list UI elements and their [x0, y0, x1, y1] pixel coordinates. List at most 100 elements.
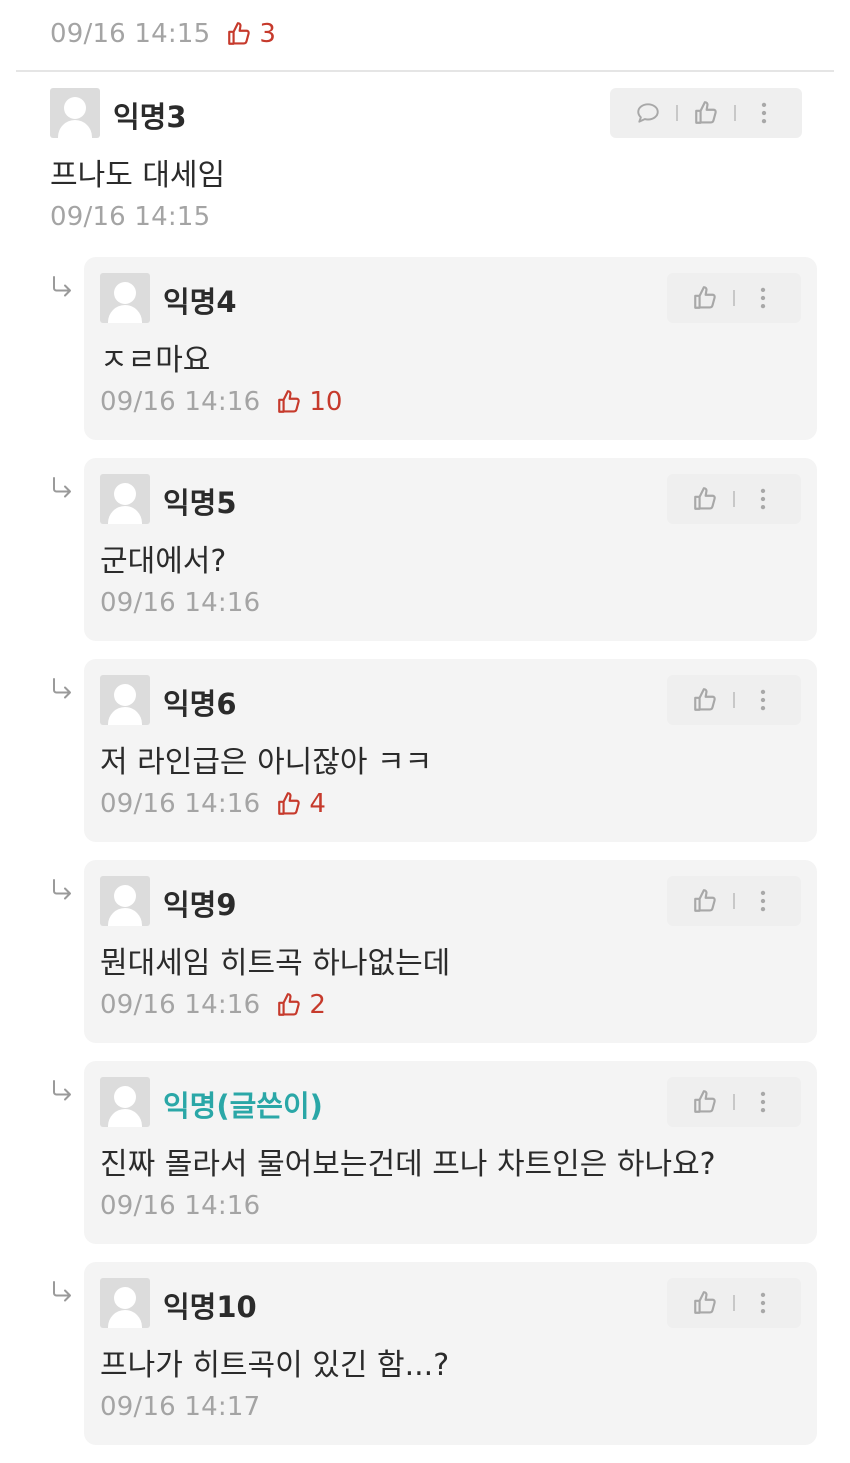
- like-button[interactable]: [682, 88, 730, 138]
- like-count: 2: [276, 990, 326, 1020]
- thumbs-up-icon: [692, 1290, 718, 1316]
- avatar: [100, 876, 150, 926]
- comment-divider: [16, 70, 834, 72]
- reply-text: 프나가 히트곡이 있긴 함...?: [100, 1348, 450, 1383]
- comment-actions: [610, 88, 802, 138]
- reply-arrow-icon: [50, 1079, 74, 1103]
- thumbs-up-icon: [692, 1089, 718, 1115]
- reply-time: 09/16 14:16: [100, 387, 261, 417]
- reply-meta: 09/16 14:16: [100, 1191, 260, 1221]
- reply-arrow-icon: [50, 878, 74, 902]
- like-count-value: 4: [309, 789, 326, 819]
- more-button[interactable]: [739, 876, 787, 926]
- more-button[interactable]: [739, 1278, 787, 1328]
- reply-item: 익명10 프나가 히트곡이 있긴 함...? 09/16 14:17: [84, 1262, 817, 1445]
- thumbs-up-icon: [276, 992, 302, 1018]
- like-count: 4: [276, 789, 326, 819]
- like-count: 3: [226, 19, 276, 49]
- reply-time: 09/16 14:16: [100, 588, 261, 618]
- reply-nickname: 익명4: [163, 285, 237, 319]
- more-button[interactable]: [739, 1077, 787, 1127]
- avatar: [50, 88, 100, 138]
- like-count-value: 3: [259, 19, 276, 49]
- reply-time: 09/16 14:16: [100, 1191, 261, 1221]
- reply-item: 익명4 ㅈㄹ마요 09/16 14:16 10: [84, 257, 817, 440]
- action-separator: [733, 692, 735, 708]
- reply-text: 군대에서?: [100, 544, 227, 579]
- reply-time: 09/16 14:16: [100, 789, 261, 819]
- thumbs-up-icon: [692, 486, 718, 512]
- thumbs-up-icon: [692, 888, 718, 914]
- thumbs-up-icon: [276, 389, 302, 415]
- vertical-dots-icon: [750, 1089, 776, 1115]
- avatar: [100, 1278, 150, 1328]
- reply-nickname: 익명10: [163, 1290, 257, 1324]
- like-count-value: 2: [309, 990, 326, 1020]
- reply-item: 익명5 군대에서? 09/16 14:16: [84, 458, 817, 641]
- action-separator: [733, 1094, 735, 1110]
- comment-nickname: 익명3: [113, 100, 187, 134]
- thumbs-up-icon: [692, 687, 718, 713]
- vertical-dots-icon: [751, 100, 777, 126]
- reply-meta: 09/16 14:16 2: [100, 990, 326, 1020]
- action-separator: [733, 290, 735, 306]
- vertical-dots-icon: [750, 486, 776, 512]
- like-count-value: 10: [309, 387, 343, 417]
- reply-actions: [667, 1077, 801, 1127]
- comment-time: 09/16 14:15: [50, 19, 211, 49]
- like-button[interactable]: [681, 876, 729, 926]
- reply-text: 저 라인급은 아니잖아 ㅋㅋ: [100, 745, 433, 780]
- reply-actions: [667, 675, 801, 725]
- reply-nickname: 익명9: [163, 888, 237, 922]
- action-separator: [676, 105, 678, 121]
- comment-time: 09/16 14:15: [50, 202, 211, 232]
- comment-meta: 09/16 14:15: [50, 202, 210, 232]
- reply-meta: 09/16 14:17: [100, 1392, 260, 1422]
- avatar: [100, 474, 150, 524]
- reply-arrow-icon: [50, 476, 74, 500]
- reply-meta: 09/16 14:16: [100, 588, 260, 618]
- reply-arrow-icon: [50, 1280, 74, 1304]
- like-button[interactable]: [681, 1077, 729, 1127]
- reply-arrow-icon: [50, 677, 74, 701]
- more-button[interactable]: [739, 675, 787, 725]
- like-count: 10: [276, 387, 342, 417]
- action-separator: [733, 1295, 735, 1311]
- reply-meta: 09/16 14:16 10: [100, 387, 342, 417]
- reply-nickname: 익명5: [163, 486, 237, 520]
- thumbs-up-icon: [226, 21, 252, 47]
- action-separator: [734, 105, 736, 121]
- speech-bubble-icon: [635, 100, 661, 126]
- reply-item: 익명6 저 라인급은 아니잖아 ㅋㅋ 09/16 14:16 4: [84, 659, 817, 842]
- like-button[interactable]: [681, 1278, 729, 1328]
- reply-time: 09/16 14:17: [100, 1392, 261, 1422]
- vertical-dots-icon: [750, 888, 776, 914]
- thumbs-up-icon: [693, 100, 719, 126]
- vertical-dots-icon: [750, 1290, 776, 1316]
- reply-item: 익명(글쓴이) 진짜 몰라서 물어보는건데 프나 차트인은 하나요? 09/16…: [84, 1061, 817, 1244]
- reply-actions: [667, 474, 801, 524]
- vertical-dots-icon: [750, 687, 776, 713]
- reply-button[interactable]: [624, 88, 672, 138]
- reply-actions: [667, 273, 801, 323]
- like-button[interactable]: [681, 675, 729, 725]
- comment-text: 프나도 대세임: [50, 158, 226, 193]
- reply-text: ㅈㄹ마요: [100, 343, 211, 378]
- reply-actions: [667, 1278, 801, 1328]
- reply-meta: 09/16 14:16 4: [100, 789, 326, 819]
- comment-item: 익명3 프나도 대세임 09/16 14:15: [50, 88, 802, 248]
- reply-item: 익명9 뭔대세임 히트곡 하나없는데 09/16 14:16 2: [84, 860, 817, 1043]
- avatar: [100, 675, 150, 725]
- more-button[interactable]: [739, 474, 787, 524]
- reply-nickname: 익명(글쓴이): [163, 1089, 323, 1123]
- thumbs-up-icon: [692, 285, 718, 311]
- reply-nickname: 익명6: [163, 687, 237, 721]
- reply-text: 진짜 몰라서 물어보는건데 프나 차트인은 하나요?: [100, 1147, 716, 1182]
- like-button[interactable]: [681, 273, 729, 323]
- vertical-dots-icon: [750, 285, 776, 311]
- more-button[interactable]: [739, 273, 787, 323]
- like-button[interactable]: [681, 474, 729, 524]
- more-button[interactable]: [740, 88, 788, 138]
- reply-text: 뭔대세임 히트곡 하나없는데: [100, 946, 451, 981]
- action-separator: [733, 491, 735, 507]
